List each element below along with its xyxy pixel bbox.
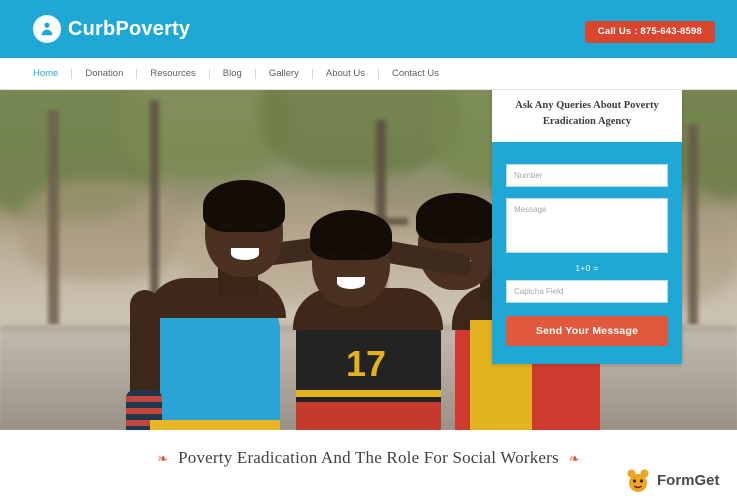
person-circle-icon: [33, 15, 61, 43]
nav-item-gallery[interactable]: Gallery: [256, 69, 312, 79]
nav-item-blog[interactable]: Blog: [210, 69, 255, 79]
hero-banner: 17 Ask Any Queries About Poverty Eradica…: [0, 90, 737, 430]
nav-item-list: Home Donation Resources Blog Gallery About Us…: [33, 58, 452, 89]
site-logo[interactable]: CurbPoverty: [33, 15, 190, 43]
formget-watermark-text: FormGet: [657, 471, 720, 489]
message-input[interactable]: [506, 197, 668, 253]
call-us-button[interactable]: Call Us : 875-643-8598: [584, 21, 715, 43]
webpage-screenshot: CurbPoverty Call Us : 875-643-8598 Home D…: [0, 0, 737, 500]
contact-form-panel: Ask Any Queries About Poverty Eradicatio…: [492, 90, 682, 364]
site-header: CurbPoverty Call Us : 875-643-8598: [0, 0, 737, 58]
site-logo-text: CurbPoverty: [68, 17, 191, 40]
nav-item-contact-us[interactable]: Contact Us: [379, 69, 452, 79]
nav-item-resources[interactable]: Resources: [137, 69, 208, 79]
formget-mascot-icon: [625, 467, 651, 493]
nav-item-about-us[interactable]: About Us: [313, 69, 378, 79]
ornament-left-icon: ❧: [157, 450, 169, 466]
send-message-button[interactable]: Send Your Message: [506, 315, 668, 346]
nav-item-home[interactable]: Home: [33, 69, 71, 79]
captcha-question: 1+0 =: [575, 262, 599, 273]
ornament-right-icon: ❧: [568, 450, 580, 466]
form-body: 1+0 = Send Your Message: [492, 141, 682, 364]
section-heading: Poverty Eradication And The Role For Soc…: [178, 448, 559, 467]
number-input[interactable]: [506, 163, 668, 187]
captcha-input[interactable]: [506, 279, 668, 303]
formget-watermark: FormGet: [617, 460, 737, 500]
nav-item-donation[interactable]: Donation: [72, 69, 136, 79]
form-title: Ask Any Queries About Poverty Eradicatio…: [515, 100, 659, 127]
main-navigation: Home Donation Resources Blog Gallery About Us…: [0, 58, 737, 90]
form-header: Ask Any Queries About Poverty Eradicatio…: [492, 90, 682, 142]
